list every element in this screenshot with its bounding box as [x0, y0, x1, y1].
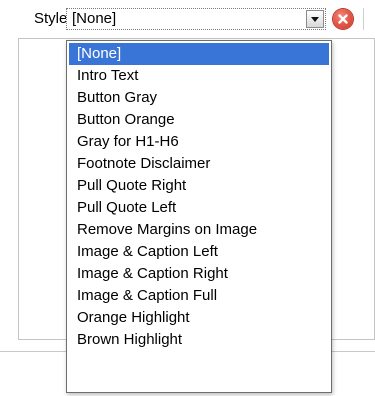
- toolbar-divider: [363, 8, 364, 30]
- style-option[interactable]: Remove Margins on Image: [67, 219, 331, 241]
- style-option[interactable]: Image & Caption Left: [67, 241, 331, 263]
- style-option[interactable]: Pull Quote Right: [67, 175, 331, 197]
- style-option[interactable]: Intro Text: [67, 65, 331, 87]
- remove-x-icon[interactable]: [333, 9, 353, 29]
- remove-x-glyph: [338, 14, 348, 24]
- style-toolbar: Style [None]: [0, 0, 375, 40]
- style-option[interactable]: Orange Highlight: [67, 307, 331, 329]
- style-option[interactable]: Image & Caption Full: [67, 285, 331, 307]
- style-dropdown-list: [None] Intro Text Button Gray Button Ora…: [66, 40, 332, 393]
- style-option[interactable]: Button Gray: [67, 87, 331, 109]
- style-select[interactable]: [None]: [66, 8, 326, 30]
- style-select-value: [None]: [72, 10, 117, 27]
- style-option[interactable]: Pull Quote Left: [67, 197, 331, 219]
- chevron-down-icon[interactable]: [306, 10, 324, 28]
- style-option-selected[interactable]: [None]: [69, 43, 329, 65]
- style-option[interactable]: Footnote Disclaimer: [67, 153, 331, 175]
- style-option[interactable]: Image & Caption Right: [67, 263, 331, 285]
- style-option[interactable]: Brown Highlight: [67, 329, 331, 351]
- style-label: Style: [34, 10, 68, 27]
- style-option[interactable]: Gray for H1-H6: [67, 131, 331, 153]
- style-option[interactable]: Button Orange: [67, 109, 331, 131]
